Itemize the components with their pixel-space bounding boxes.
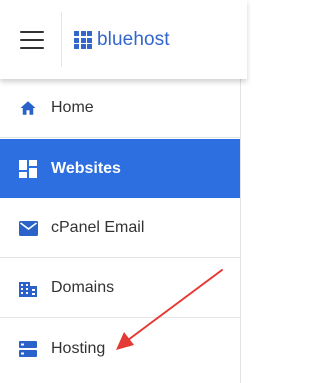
server-icon	[18, 339, 38, 359]
envelope-icon	[18, 218, 38, 238]
bluehost-grid-logo-icon	[74, 31, 92, 49]
sidebar-item-websites[interactable]: Websites	[0, 139, 240, 198]
bluehost-logo[interactable]: bluehost	[74, 28, 170, 52]
sidebar-item-cpanel-email[interactable]: cPanel Email	[0, 199, 240, 258]
hamburger-menu-icon[interactable]	[18, 29, 46, 51]
websites-grid-icon	[18, 159, 38, 179]
building-icon	[18, 278, 38, 298]
top-header: bluehost	[0, 0, 247, 79]
sidebar-item-label: Domains	[51, 279, 115, 296]
sidebar-item-label: Hosting	[51, 339, 106, 357]
logo-text: bluehost	[97, 29, 170, 50]
sidebar-item-label: cPanel Email	[51, 219, 145, 236]
sidebar-item-home[interactable]: Home	[0, 79, 240, 138]
sidebar-item-label: Home	[51, 99, 94, 116]
header-divider	[61, 12, 62, 67]
sidebar-item-domains[interactable]: Domains	[0, 259, 240, 318]
sidebar-item-label: Websites	[51, 159, 121, 177]
sidebar-nav: Home Websites cPanel Email Domains Hosti…	[0, 79, 241, 383]
home-icon	[18, 98, 38, 118]
sidebar-item-hosting[interactable]: Hosting	[0, 319, 240, 378]
